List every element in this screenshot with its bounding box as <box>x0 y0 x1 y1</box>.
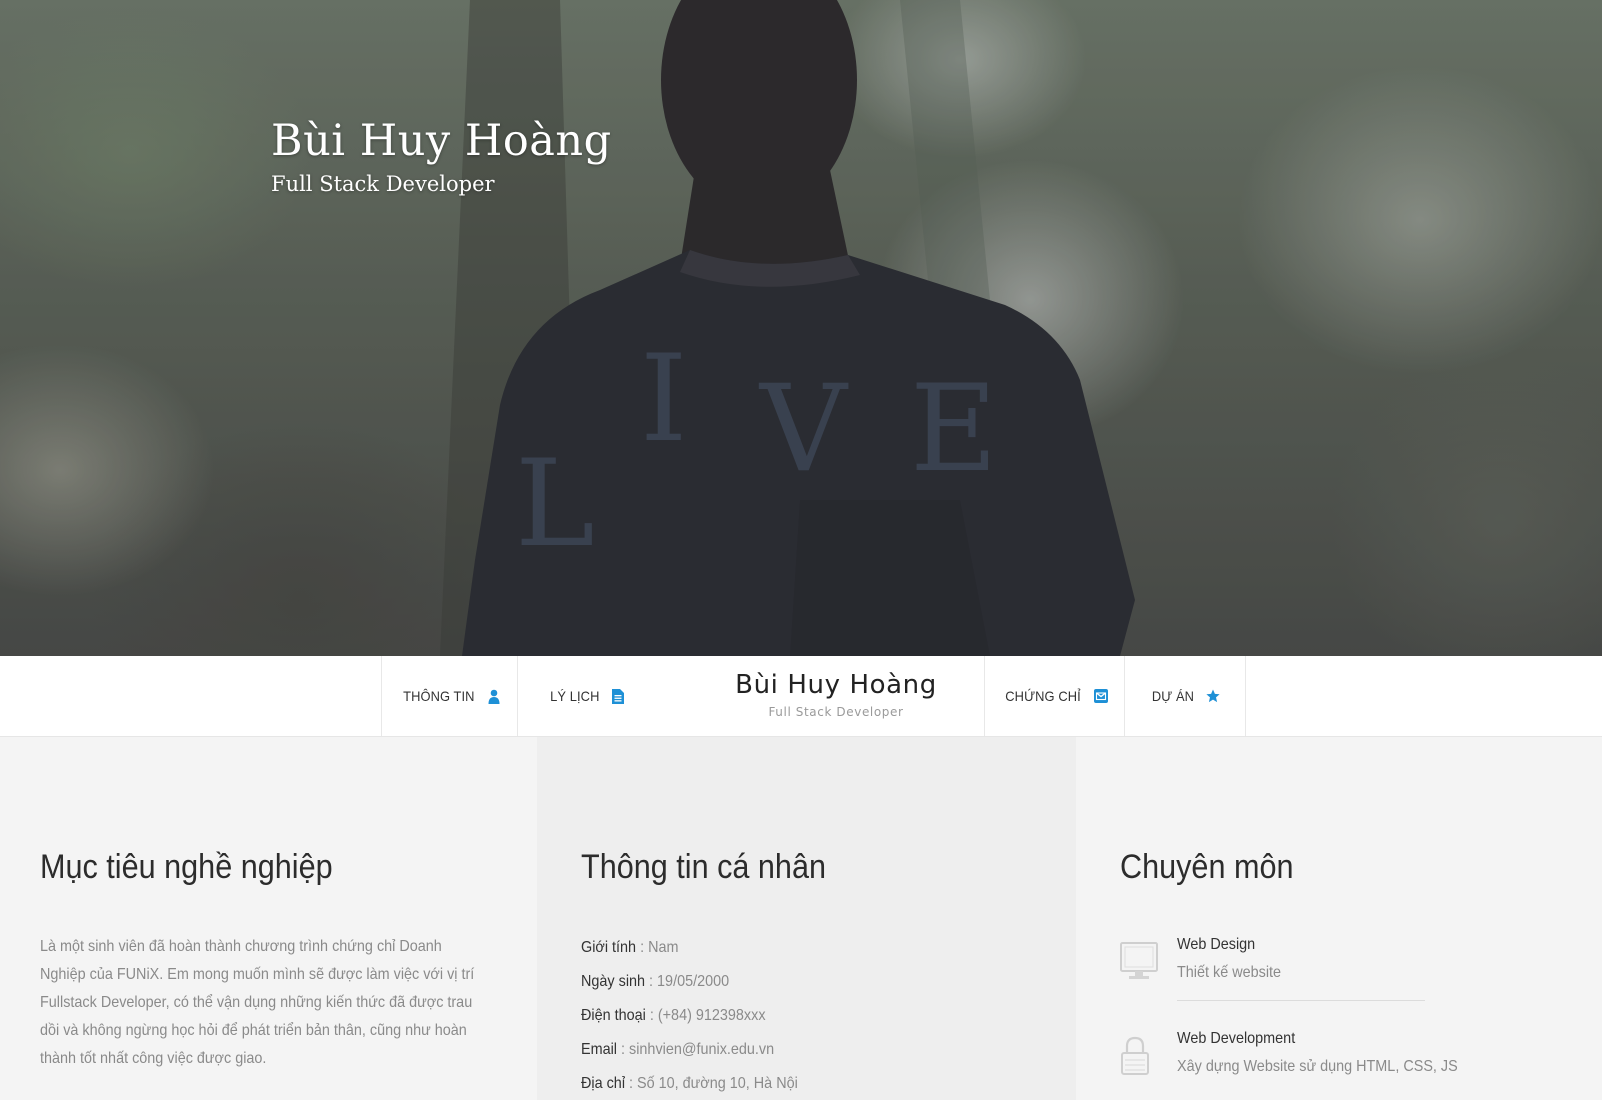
skill-divider <box>1177 1000 1425 1001</box>
brand-role: Full Stack Developer <box>768 705 904 719</box>
info-value[interactable]: sinhvien@funix.edu.vn <box>629 1041 774 1058</box>
section-title: Thông tin cá nhân <box>581 848 826 886</box>
skill-title: Web Development <box>1177 1030 1296 1047</box>
star-icon <box>1206 689 1220 703</box>
main-navigation: THÔNG TIN LÝ LỊCH Bùi Huy Hoàng Full Sta… <box>0 656 1602 737</box>
hero-name: Bùi Huy Hoàng <box>271 116 612 166</box>
brand-name: Bùi Huy Hoàng <box>735 670 937 700</box>
objective-text: Là một sinh viên đã hoàn thành chương tr… <box>40 938 475 1067</box>
skill-item: Web Design Thiết kế website <box>1120 936 1425 986</box>
info-row-phone: Điện thoại : (+84) 912398xxx <box>581 1007 766 1025</box>
info-key: Điện thoại <box>581 1007 646 1024</box>
nav-item-label: THÔNG TIN <box>403 688 475 704</box>
info-value: Nam <box>648 939 679 956</box>
skill-item: Web Development Xây dựng Website sử dụng… <box>1120 1030 1458 1081</box>
info-sep: : <box>625 1075 638 1092</box>
section-title: Chuyên môn <box>1120 848 1294 886</box>
nav-item-label: DỰ ÁN <box>1151 688 1195 704</box>
info-key: Địa chỉ <box>581 1075 626 1092</box>
hero-banner: L I V E Bùi Huy Hoàng Full Stack Develop… <box>0 0 1602 656</box>
info-sep: : <box>617 1041 630 1058</box>
nav-item-du-an[interactable]: DỰ ÁN <box>1124 656 1246 736</box>
info-row-address: Địa chỉ : Số 10, đường 10, Hà Nội <box>581 1075 798 1093</box>
skill-title: Web Design <box>1177 936 1256 953</box>
lock-icon <box>1120 1036 1150 1081</box>
info-sep: : <box>645 973 658 990</box>
nav-item-ly-lich[interactable]: LÝ LỊCH <box>517 656 654 736</box>
personal-info-section: Thông tin cá nhân Giới tính : Nam Ngày s… <box>537 737 1076 1100</box>
info-row-email: Email : sinhvien@funix.edu.vn <box>581 1041 774 1059</box>
nav-item-label: LÝ LỊCH <box>550 688 600 704</box>
user-icon <box>488 689 500 704</box>
envelope-icon <box>1094 689 1109 703</box>
skill-desc: Thiết kế website <box>1177 964 1282 981</box>
info-key: Giới tính <box>581 939 637 956</box>
monitor-icon <box>1120 942 1158 987</box>
info-key: Email <box>581 1041 618 1058</box>
section-title: Mục tiêu nghề nghiệp <box>40 848 333 886</box>
nav-item-thong-tin[interactable]: THÔNG TIN <box>381 656 518 736</box>
nav-item-label: CHỨNG CHỈ <box>1005 688 1081 704</box>
info-row-gender: Giới tính : Nam <box>581 939 678 957</box>
file-icon <box>611 688 624 704</box>
info-key: Ngày sinh <box>581 973 646 990</box>
objective-section: Mục tiêu nghề nghiệp Là một sinh viên đã… <box>0 737 537 1100</box>
skill-desc: Xây dựng Website sử dụng HTML, CSS, JS <box>1177 1058 1458 1075</box>
hero-overlay <box>0 0 1602 656</box>
hero-role: Full Stack Developer <box>271 172 495 196</box>
info-row-birthday: Ngày sinh : 19/05/2000 <box>581 973 729 991</box>
nav-brand[interactable]: Bùi Huy Hoàng Full Stack Developer <box>690 656 982 736</box>
info-sep: : <box>636 939 649 956</box>
info-value: Số 10, đường 10, Hà Nội <box>637 1075 798 1092</box>
expertise-section: Chuyên môn Web Design Thiết kế website W… <box>1076 737 1602 1100</box>
info-sep: : <box>645 1007 658 1024</box>
nav-item-chung-chi[interactable]: CHỨNG CHỈ <box>984 656 1125 736</box>
info-value: (+84) 912398xxx <box>657 1007 766 1024</box>
info-value: 19/05/2000 <box>657 973 730 990</box>
